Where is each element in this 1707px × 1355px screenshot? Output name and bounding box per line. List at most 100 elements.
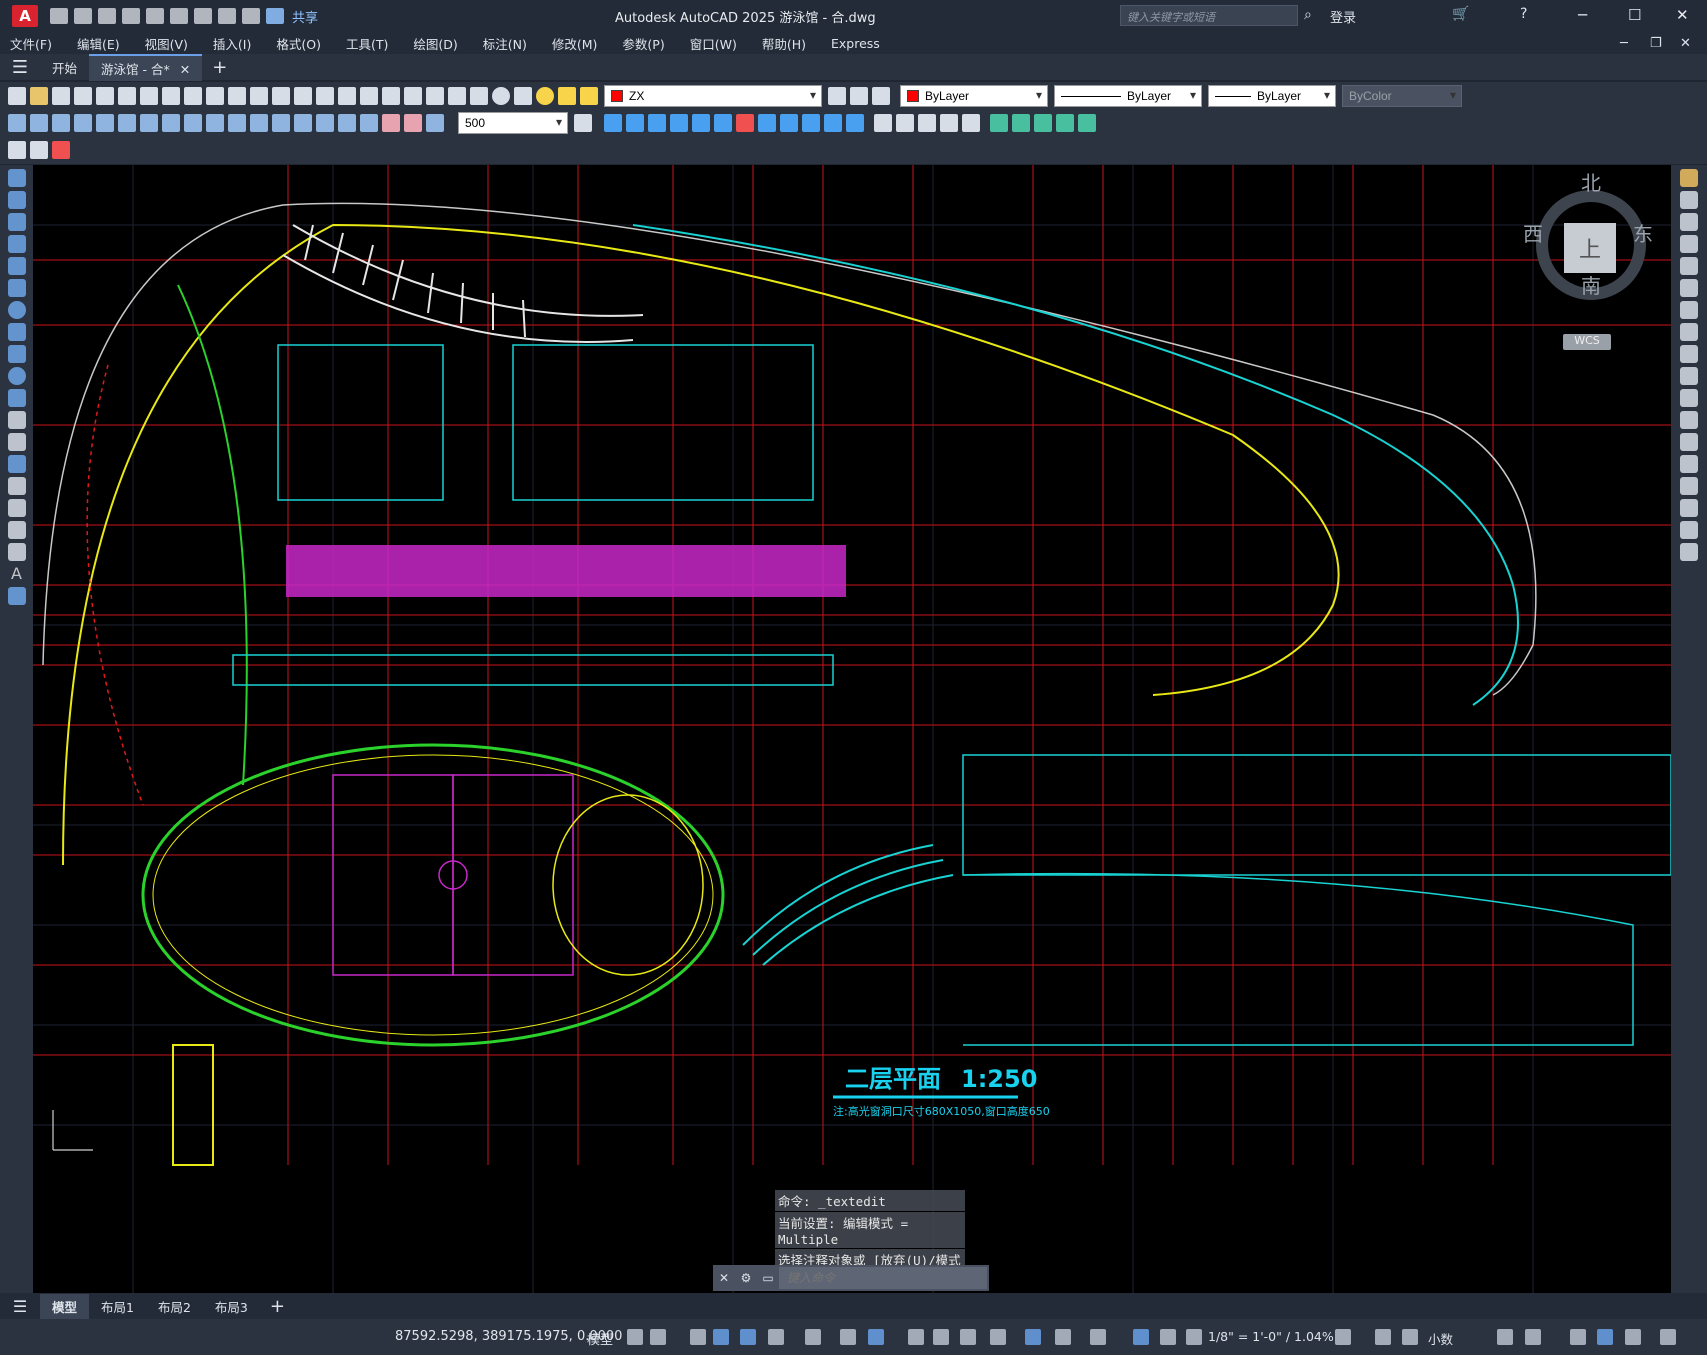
selection-cycling-icon[interactable] xyxy=(960,1329,976,1345)
gradient-icon[interactable] xyxy=(7,499,26,517)
save-icon[interactable] xyxy=(52,87,70,105)
design-center-icon[interactable] xyxy=(382,87,400,105)
cart-icon[interactable]: 🛒 xyxy=(1452,6,1469,22)
mirror-icon[interactable] xyxy=(1680,213,1698,231)
viewcube-south[interactable]: 南 xyxy=(1581,270,1601,299)
color-dropdown[interactable]: ByLayer xyxy=(900,85,1048,107)
layer-previous-icon[interactable] xyxy=(850,87,868,105)
save-as-icon[interactable] xyxy=(122,8,140,24)
separate-icon[interactable] xyxy=(918,114,936,132)
infer-constraints-icon[interactable] xyxy=(690,1329,706,1345)
add-layout-icon[interactable]: + xyxy=(270,1296,285,1317)
undo-icon[interactable] xyxy=(218,8,236,24)
continue-dim-icon[interactable] xyxy=(228,114,246,132)
selection-filter-icon[interactable] xyxy=(1055,1329,1071,1345)
object-snap-tracking-icon[interactable] xyxy=(840,1329,856,1345)
flatshot-icon[interactable] xyxy=(1078,114,1096,132)
units-icon[interactable] xyxy=(1402,1329,1418,1345)
break-at-point-icon[interactable] xyxy=(1680,411,1698,429)
print-icon[interactable] xyxy=(194,8,212,24)
erase-icon[interactable] xyxy=(1680,169,1698,187)
tab-layout3[interactable]: 布局3 xyxy=(203,1294,260,1319)
intersect-icon[interactable] xyxy=(648,114,666,132)
open-file-icon[interactable] xyxy=(74,8,92,24)
sheet-set-icon[interactable] xyxy=(426,87,444,105)
break-icon[interactable] xyxy=(1680,433,1698,451)
lock-ui-icon[interactable] xyxy=(1525,1329,1541,1345)
clean-screen-icon[interactable] xyxy=(1625,1329,1641,1345)
menu-insert[interactable]: 插入(I) xyxy=(213,34,251,53)
table-icon[interactable] xyxy=(7,543,26,561)
offset-faces-icon[interactable] xyxy=(714,114,732,132)
customize-command-icon[interactable]: ⚙ xyxy=(735,1271,757,1285)
diameter-dim-icon[interactable] xyxy=(140,114,158,132)
viewcube-north[interactable]: 北 xyxy=(1581,167,1601,196)
open-icon[interactable] xyxy=(30,87,48,105)
polyline-icon[interactable] xyxy=(7,213,26,231)
annotation-scale-value[interactable]: 1/8" = 1'-0" / 1.04% xyxy=(1208,1329,1334,1344)
explode-icon[interactable] xyxy=(1680,543,1698,561)
revision-cloud-icon[interactable] xyxy=(7,323,26,341)
point-icon[interactable] xyxy=(7,455,26,473)
lineweight-icon[interactable] xyxy=(908,1329,924,1345)
menu-window[interactable]: 窗口(W) xyxy=(690,34,737,53)
angular-dim-icon[interactable] xyxy=(162,114,180,132)
mtext-icon[interactable]: A xyxy=(8,565,26,583)
cut-icon[interactable] xyxy=(140,87,158,105)
offset-icon[interactable] xyxy=(1680,235,1698,253)
annotation-scale-icon[interactable] xyxy=(1186,1329,1202,1345)
polygon-icon[interactable] xyxy=(7,235,26,253)
jogged-dim-icon[interactable] xyxy=(118,114,136,132)
layer-properties-icon[interactable] xyxy=(514,87,532,105)
interfere-icon[interactable] xyxy=(1034,114,1052,132)
chamfer-icon[interactable] xyxy=(1680,477,1698,495)
customization-icon[interactable] xyxy=(1660,1329,1676,1345)
match-properties-icon[interactable] xyxy=(206,87,224,105)
redo-icon[interactable] xyxy=(250,87,268,105)
isolate-objects-icon[interactable] xyxy=(1570,1329,1586,1345)
isodraft-icon[interactable] xyxy=(805,1329,821,1345)
write-block-icon[interactable] xyxy=(30,141,48,159)
copy-icon[interactable] xyxy=(162,87,180,105)
section-icon[interactable] xyxy=(1056,114,1074,132)
publish-icon[interactable] xyxy=(118,87,136,105)
hatch-icon[interactable] xyxy=(7,477,26,495)
jogged-linear-icon[interactable] xyxy=(360,114,378,132)
quick-dim-icon[interactable] xyxy=(184,114,202,132)
add-tab-icon[interactable]: + xyxy=(212,57,227,78)
extrude-faces-icon[interactable] xyxy=(670,114,688,132)
ellipse-icon[interactable] xyxy=(7,367,26,385)
menu-parametric[interactable]: 参数(P) xyxy=(622,34,664,53)
close-button[interactable]: ✕ xyxy=(1676,6,1689,24)
dim-edit-icon[interactable] xyxy=(382,114,400,132)
3d-osnap-icon[interactable] xyxy=(990,1329,1006,1345)
layer-state-icon[interactable] xyxy=(872,87,890,105)
viewcube-west[interactable]: 西 xyxy=(1523,218,1543,247)
help-icon[interactable] xyxy=(492,87,510,105)
model-space-button[interactable]: 模型 xyxy=(587,1329,613,1348)
taper-faces-icon[interactable] xyxy=(780,114,798,132)
polar-icon[interactable] xyxy=(768,1329,784,1345)
zoom-realtime-icon[interactable] xyxy=(294,87,312,105)
circle-icon[interactable] xyxy=(7,301,26,319)
stretch-icon[interactable] xyxy=(1680,345,1698,363)
calculator-icon[interactable] xyxy=(470,87,488,105)
array-icon[interactable] xyxy=(1680,257,1698,275)
solid-icon[interactable] xyxy=(990,114,1008,132)
delete-faces-icon[interactable] xyxy=(736,114,754,132)
fillet-icon[interactable] xyxy=(1680,499,1698,517)
linetype-dropdown[interactable]: ByLayer xyxy=(1054,85,1202,107)
menu-dimension[interactable]: 标注(N) xyxy=(483,34,527,53)
menu-file[interactable]: 文件(F) xyxy=(10,34,52,53)
aligned-dim-icon[interactable] xyxy=(30,114,48,132)
line-icon[interactable] xyxy=(7,169,26,187)
dim-space-icon[interactable] xyxy=(250,114,268,132)
menu-view[interactable]: 视图(V) xyxy=(145,34,188,53)
doc-restore-button[interactable]: ❐ xyxy=(1650,36,1662,51)
copy-edges-icon[interactable] xyxy=(846,114,864,132)
block-editor-icon[interactable] xyxy=(8,141,26,159)
rotate-icon[interactable] xyxy=(1680,301,1698,319)
search-input[interactable]: 键入关键字或短语 xyxy=(1120,5,1298,26)
annotation-monitor-icon[interactable] xyxy=(1375,1329,1391,1345)
share-arrow-icon[interactable] xyxy=(266,8,284,24)
